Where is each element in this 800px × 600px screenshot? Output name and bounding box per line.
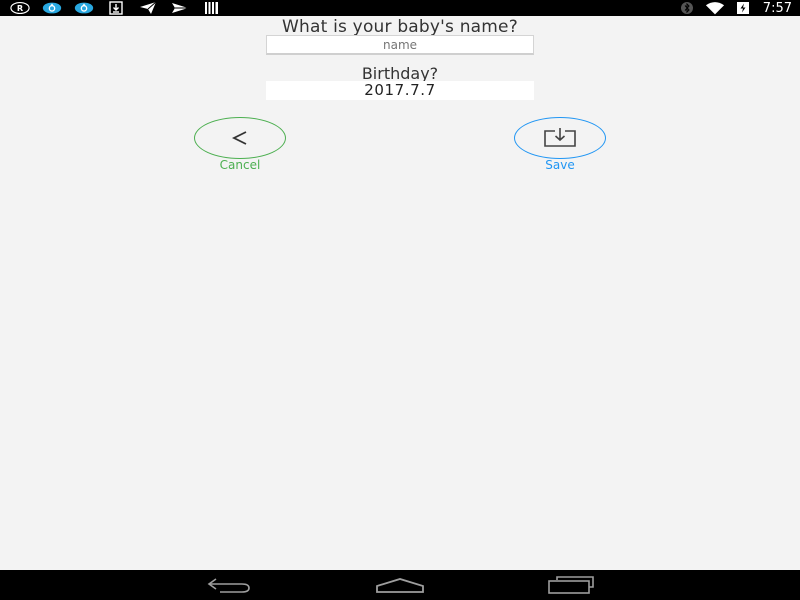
name-question-label: What is your baby's name? [282,17,518,37]
birthday-field[interactable]: 2017.7.7 [266,81,534,100]
send-icon [138,1,158,15]
download-icon [106,1,126,15]
cancel-button[interactable] [194,117,286,159]
save-button[interactable] [514,117,606,159]
navigation-bar [0,570,800,600]
r-circle-icon: R [10,1,30,15]
clock: 7:57 [762,0,792,16]
cancel-label[interactable]: Cancel [194,158,286,172]
baby-profile-form: What is your baby's name? Birthday? 2017… [0,16,800,570]
app-drop-icon [42,1,62,15]
recents-icon[interactable] [546,574,596,596]
baby-name-input[interactable] [266,35,534,55]
save-label[interactable]: Save [514,158,606,172]
send-outline-icon [170,1,190,15]
save-download-icon [544,128,576,147]
back-icon[interactable] [204,574,254,596]
bluetooth-icon [677,1,697,15]
system-icons: 7:57 [677,0,792,16]
chevron-left-icon [231,131,247,145]
app-drop-icon [74,1,94,15]
status-bar: R 7:57 [0,0,800,16]
barcode-icon [202,1,222,15]
home-icon[interactable] [375,574,425,596]
notification-icons: R [10,1,234,15]
svg-text:R: R [17,3,24,13]
wifi-icon [705,1,725,15]
battery-charging-icon [733,1,753,15]
